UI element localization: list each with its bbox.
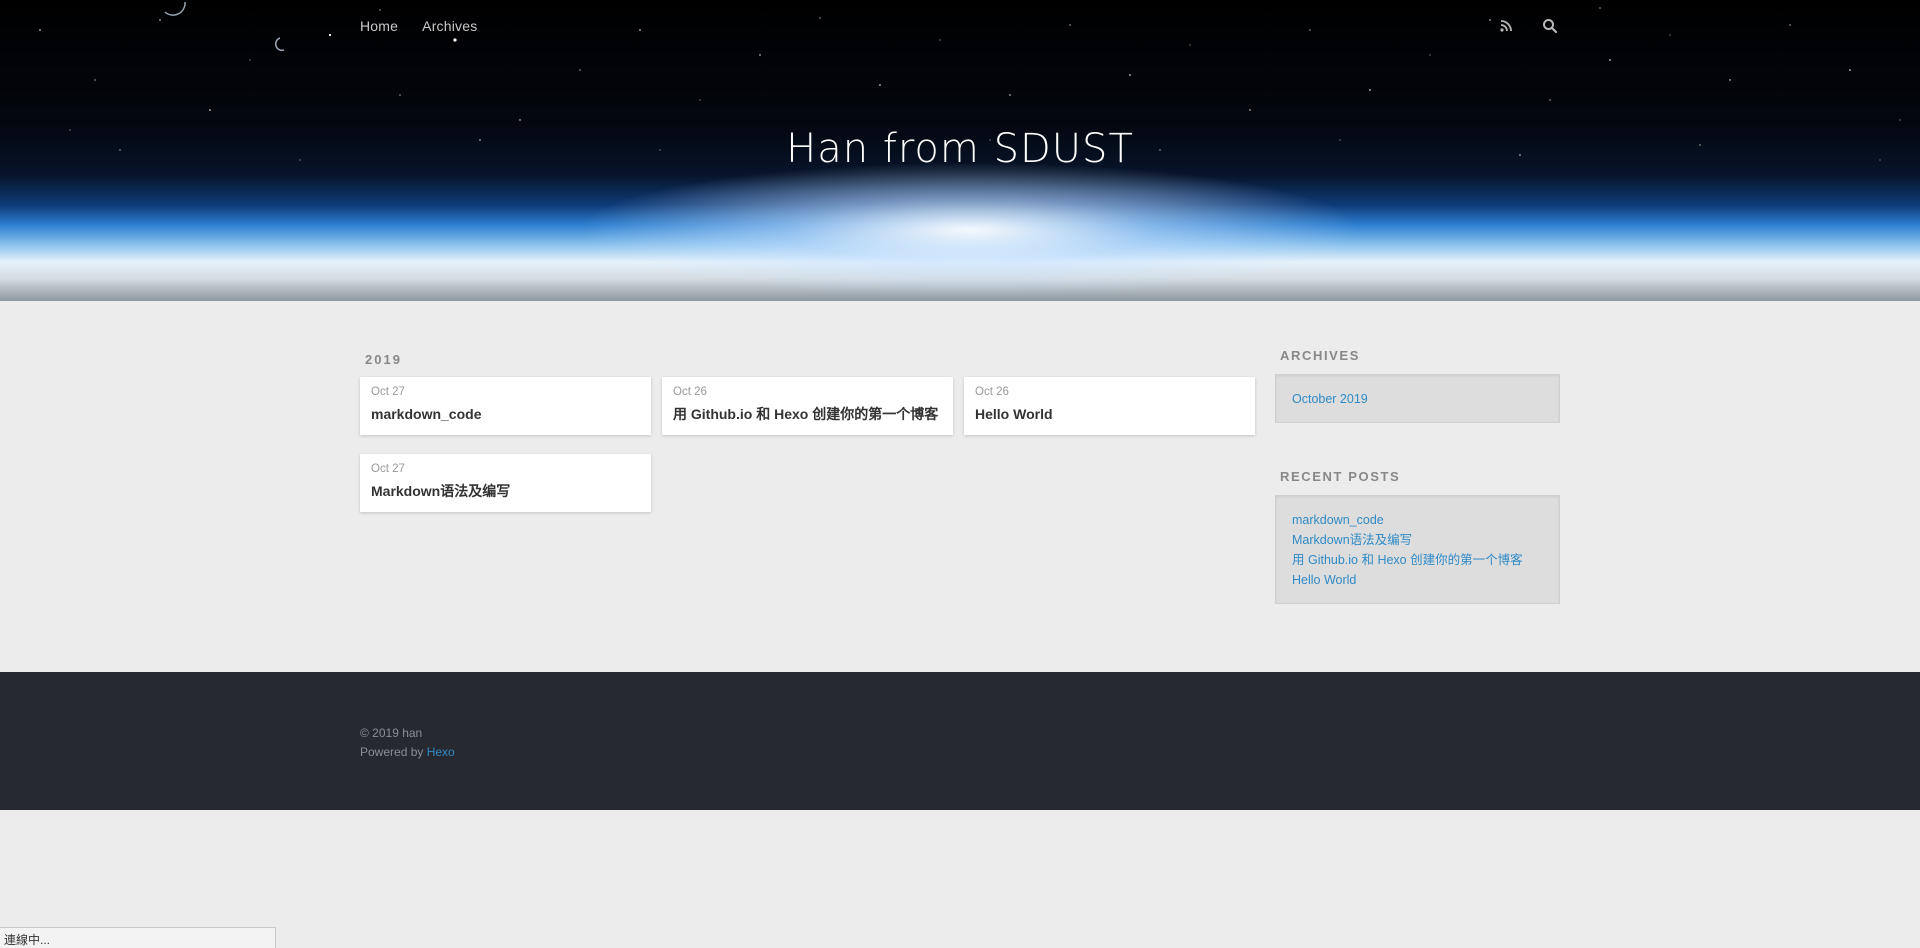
site-title[interactable]: Han from SDUST	[0, 126, 1920, 172]
post-card[interactable]: Oct 27 markdown_code	[360, 377, 651, 435]
recent-post-link[interactable]: Markdown语法及编写	[1292, 530, 1543, 550]
archive-list: 2019 Oct 27 markdown_code Oct 26 用 Githu…	[360, 352, 1255, 577]
post-date: Oct 26	[975, 386, 1009, 398]
post-title[interactable]: Markdown语法及编写	[371, 480, 640, 502]
post-card[interactable]: Oct 27 Markdown语法及编写	[360, 454, 651, 512]
recent-post-link[interactable]: Hello World	[1292, 570, 1543, 590]
main-nav: Home Archives	[360, 18, 477, 34]
post-date: Oct 27	[371, 463, 405, 475]
post-date: Oct 26	[673, 386, 707, 398]
search-icon[interactable]	[1542, 18, 1558, 34]
browser-status-bar: 連線中...	[0, 927, 276, 948]
archive-link-october-2019[interactable]: October 2019	[1292, 389, 1543, 409]
rss-icon[interactable]	[1498, 18, 1514, 34]
nav-home[interactable]: Home	[360, 18, 398, 34]
footer-powered: Powered by Hexo	[360, 743, 455, 762]
archives-widget-title: ARCHIVES	[1280, 348, 1360, 363]
archive-year: 2019	[365, 352, 402, 367]
nav-icons	[1498, 18, 1558, 34]
recent-posts-widget: markdown_code Markdown语法及编写 用 Github.io …	[1275, 495, 1560, 604]
site-footer: © 2019 han Powered by Hexo	[0, 672, 1920, 810]
site-banner: Home Archives Han from SDUST	[0, 0, 1920, 301]
post-title[interactable]: markdown_code	[371, 403, 640, 425]
post-cards: Oct 27 markdown_code Oct 26 用 Github.io …	[360, 377, 1255, 577]
hexo-link[interactable]: Hexo	[427, 745, 455, 759]
footer-copyright: © 2019 han	[360, 726, 423, 740]
post-title[interactable]: Hello World	[975, 403, 1244, 425]
post-card[interactable]: Oct 26 用 Github.io 和 Hexo 创建你的第一个博客	[662, 377, 953, 435]
archives-widget: October 2019	[1275, 374, 1560, 423]
footer-info: © 2019 han Powered by Hexo	[360, 724, 455, 762]
footer-powered-label: Powered by	[360, 745, 427, 759]
recent-post-link[interactable]: markdown_code	[1292, 510, 1543, 530]
recent-post-link[interactable]: 用 Github.io 和 Hexo 创建你的第一个博客	[1292, 550, 1543, 570]
nav-archives[interactable]: Archives	[422, 18, 477, 34]
sidebar: ARCHIVES October 2019 RECENT POSTS markd…	[1275, 348, 1560, 650]
post-title[interactable]: 用 Github.io 和 Hexo 创建你的第一个博客	[673, 403, 942, 425]
post-date: Oct 27	[371, 386, 405, 398]
recent-posts-widget-title: RECENT POSTS	[1280, 469, 1401, 484]
post-card[interactable]: Oct 26 Hello World	[964, 377, 1255, 435]
